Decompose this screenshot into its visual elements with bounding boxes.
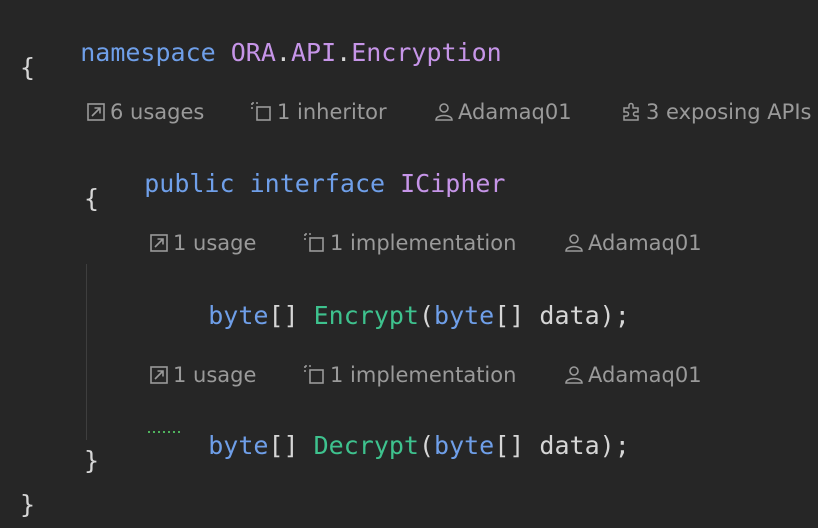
namespace-part-encryption: Encryption	[351, 38, 502, 67]
decrypt-implementations-label: 1 implementation	[330, 363, 517, 387]
code-lens-decrypt-usages[interactable]: 1 usage	[149, 362, 256, 388]
param-brackets: []	[494, 431, 525, 460]
usages-icon	[149, 365, 169, 385]
encrypt-author-label: Adamaq01	[588, 231, 702, 255]
close-paren-semicolon: );	[599, 301, 630, 330]
usages-icon	[86, 102, 106, 122]
inheritors-label: 1 inheritor	[277, 100, 387, 124]
close-paren-semicolon: );	[599, 431, 630, 460]
decrypt-method-name: Decrypt	[313, 431, 419, 460]
decrypt-usages-label: 1 usage	[173, 363, 257, 387]
person-icon	[564, 233, 584, 253]
code-lens-author[interactable]: Adamaq01	[434, 99, 572, 125]
namespace-part-api: API	[290, 38, 337, 67]
namespace-close-brace: }	[20, 490, 36, 519]
open-paren: (	[418, 301, 435, 330]
indent-guide	[86, 264, 87, 440]
namespace-keyword: namespace	[80, 38, 216, 67]
person-icon	[564, 365, 584, 385]
author-label: Adamaq01	[458, 100, 572, 124]
param-name: data	[539, 301, 600, 330]
array-brackets: []	[268, 431, 299, 460]
encrypt-method-line[interactable]: byte[] Encrypt(byte[] data);	[148, 271, 630, 361]
puzzle-icon	[622, 102, 642, 122]
code-lens-encrypt-usages[interactable]: 1 usage	[149, 230, 256, 256]
code-lens-decrypt-implementations[interactable]: 1 implementation	[304, 362, 516, 388]
namespace-open-brace: {	[20, 53, 36, 82]
public-keyword: public	[144, 169, 235, 198]
code-lens-usages[interactable]: 6 usages	[86, 99, 204, 125]
implementation-icon	[304, 365, 326, 385]
param-brackets: []	[494, 301, 525, 330]
decrypt-author-label: Adamaq01	[588, 363, 702, 387]
code-lens-exposing-apis[interactable]: 3 exposing APIs	[622, 99, 811, 125]
encrypt-usages-label: 1 usage	[173, 231, 257, 255]
param-type: byte	[434, 431, 495, 460]
array-brackets: []	[268, 301, 299, 330]
param-name: data	[539, 431, 600, 460]
exposing-apis-label: 3 exposing APIs	[646, 100, 812, 124]
usages-label: 6 usages	[110, 100, 205, 124]
decrypt-method-line[interactable]: byte[] Decrypt(byte[] data);	[148, 401, 630, 491]
interface-open-brace: {	[84, 184, 100, 213]
return-type: byte	[208, 431, 269, 460]
suggestion-squiggle[interactable]	[148, 430, 182, 434]
inheritor-icon	[251, 102, 273, 122]
code-lens-encrypt-implementations[interactable]: 1 implementation	[304, 230, 516, 256]
code-lens-encrypt-author[interactable]: Adamaq01	[564, 230, 702, 256]
implementation-icon	[304, 233, 326, 253]
interface-declaration-line[interactable]: public interface ICipher	[84, 139, 505, 229]
code-editor[interactable]: namespace ORA.API.Encryption { 6 usages …	[0, 0, 818, 528]
open-paren: (	[418, 431, 435, 460]
usages-icon	[149, 233, 169, 253]
interface-keyword: interface	[249, 169, 386, 198]
param-type: byte	[434, 301, 495, 330]
encrypt-implementations-label: 1 implementation	[330, 231, 517, 255]
person-icon	[434, 102, 454, 122]
namespace-dot: .	[275, 38, 291, 67]
interface-close-brace: }	[84, 446, 100, 475]
encrypt-method-name: Encrypt	[313, 301, 419, 330]
interface-name: ICipher	[400, 169, 506, 198]
return-type: byte	[208, 301, 269, 330]
code-lens-decrypt-author[interactable]: Adamaq01	[564, 362, 702, 388]
namespace-dot: .	[336, 38, 352, 67]
namespace-part-ora: ORA	[230, 38, 276, 67]
code-lens-inheritors[interactable]: 1 inheritor	[251, 99, 387, 125]
namespace-line[interactable]: namespace ORA.API.Encryption	[20, 8, 502, 98]
